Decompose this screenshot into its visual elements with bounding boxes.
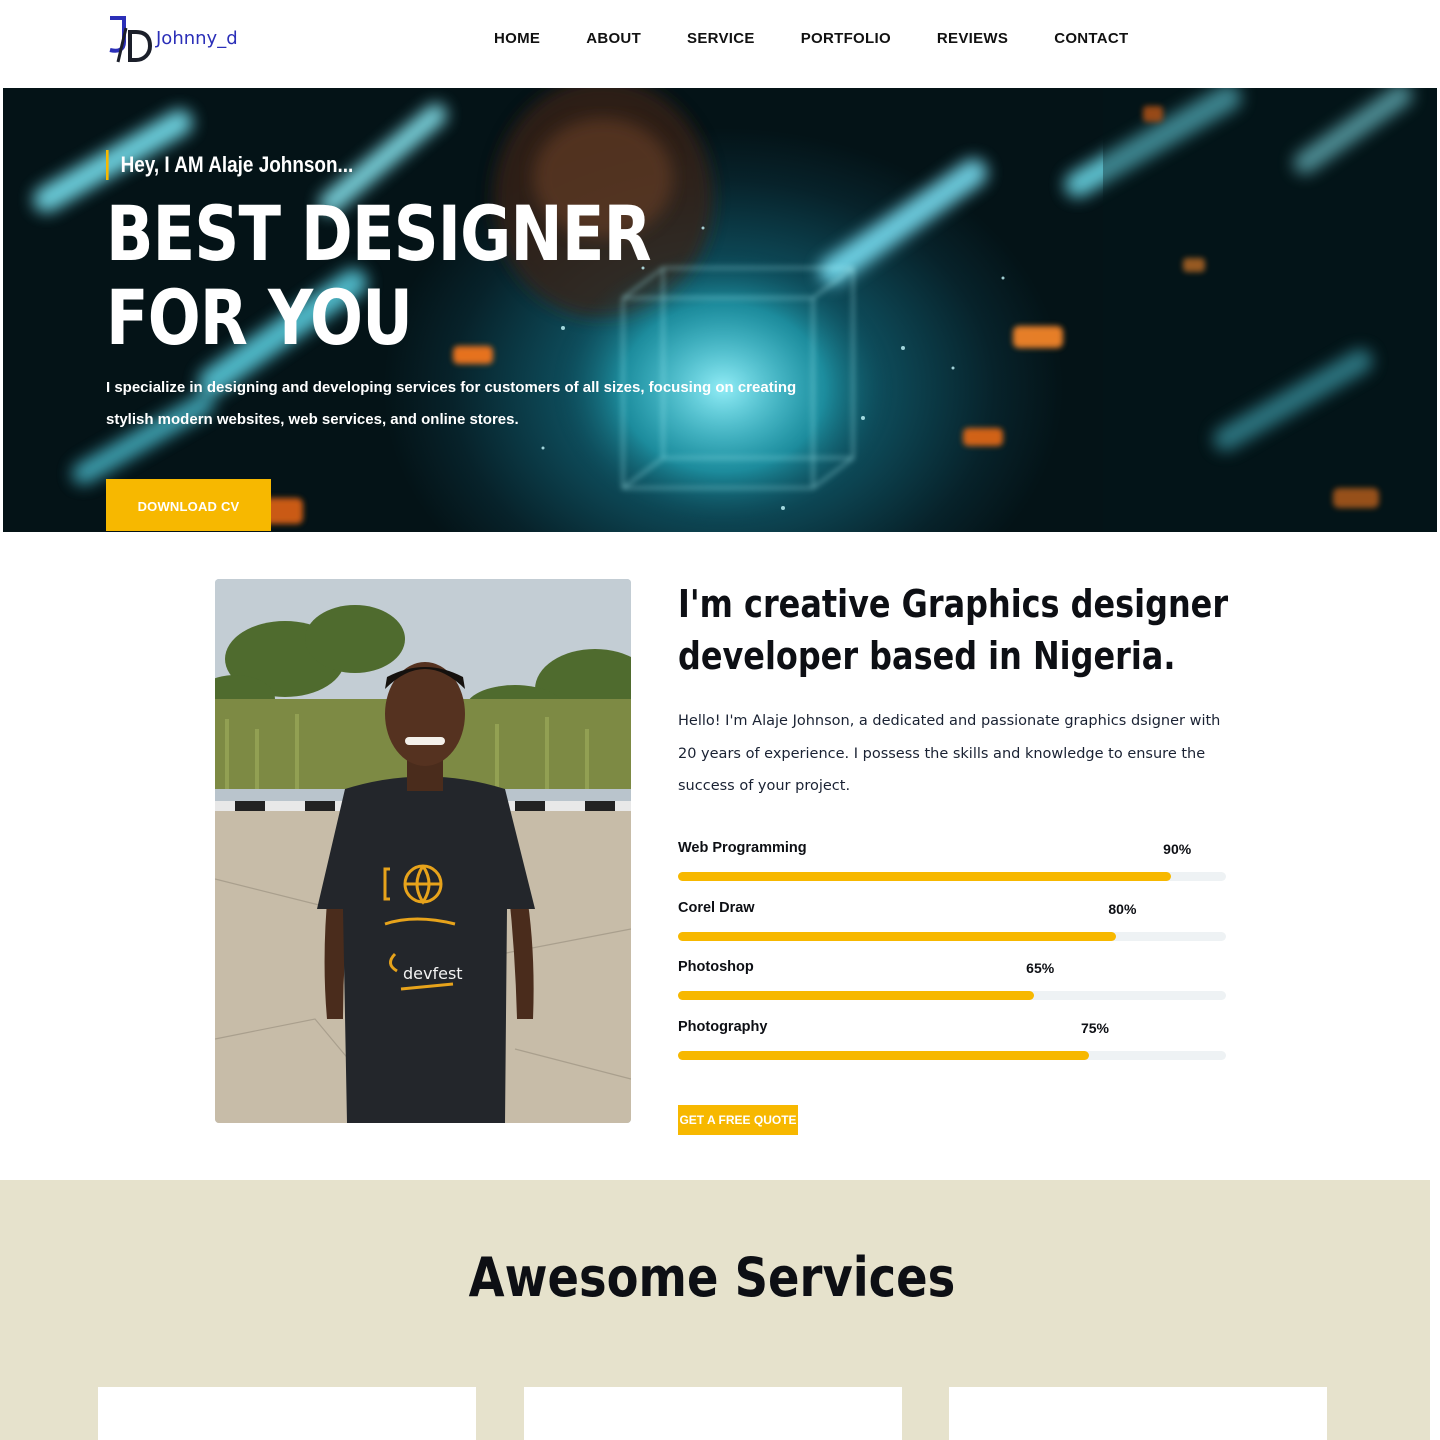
hero-title-line-2: FOR YOU: [106, 273, 413, 362]
nav-about[interactable]: ABOUT: [586, 30, 641, 47]
nav-service[interactable]: SERVICE: [687, 30, 755, 47]
skills-list: Web Programming 90% Corel Draw 80% Photo…: [678, 838, 1226, 1076]
service-card[interactable]: [98, 1387, 476, 1440]
hero-section: Hey, I AM Alaje Johnson... BEST DESIGNER…: [3, 88, 1437, 532]
navbar: Johnny_d HOME ABOUT SERVICE PORTFOLIO RE…: [0, 0, 1440, 88]
skill-progress-fill: [678, 931, 1117, 941]
skill-item: Photoshop 65%: [678, 957, 1226, 1017]
hero-title-line-1: BEST DESIGNER: [106, 189, 652, 278]
skill-progress-track: [678, 872, 1226, 881]
skill-progress-fill: [678, 872, 1172, 881]
get-free-quote-button[interactable]: GET A FREE QUOTE: [678, 1105, 798, 1135]
nav-home[interactable]: HOME: [494, 30, 540, 47]
about-heading-line-1: I'm creative Graphics designer: [678, 582, 1229, 626]
skill-item: Web Programming 90%: [678, 838, 1226, 898]
skill-item: Corel Draw 80%: [678, 898, 1226, 958]
skill-name: Corel Draw: [678, 899, 755, 916]
profile-photo: devfest: [215, 579, 631, 1123]
about-heading-line-2: developer based in Nigeria.: [678, 634, 1176, 678]
download-cv-button[interactable]: DOWNLOAD CV: [106, 479, 271, 531]
hero-title: BEST DESIGNER FOR YOU: [106, 189, 652, 362]
logo-text: Johnny_d: [156, 28, 238, 49]
skill-percent: 75%: [1080, 1019, 1110, 1036]
nav-portfolio[interactable]: PORTFOLIO: [801, 30, 891, 47]
jd-logo-mark-icon: [109, 16, 153, 63]
services-title: Awesome Services: [468, 1246, 956, 1309]
hero-tagline: Hey, I AM Alaje Johnson...: [106, 150, 353, 180]
hero-description: I specialize in designing and developing…: [106, 379, 797, 428]
about-text: Hello! I'm Alaje Johnson, a dedicated an…: [678, 713, 1221, 794]
about-heading: I'm creative Graphics designer developer…: [678, 578, 1229, 682]
service-card[interactable]: [949, 1387, 1327, 1440]
skill-percent: 90%: [1163, 841, 1192, 857]
skill-progress-track: [678, 991, 1226, 1001]
main-nav: HOME ABOUT SERVICE PORTFOLIO REVIEWS CON…: [494, 30, 1129, 47]
skill-progress-track: [678, 931, 1226, 941]
skill-percent: 80%: [1108, 900, 1137, 917]
services-section: Awesome Services: [0, 1180, 1430, 1440]
site-logo[interactable]: Johnny_d: [104, 14, 264, 64]
skill-percent: 65%: [1026, 960, 1055, 977]
service-card[interactable]: [524, 1387, 902, 1440]
skill-progress-fill: [678, 1050, 1089, 1060]
nav-contact[interactable]: CONTACT: [1054, 30, 1128, 47]
skill-item: Photography 75%: [678, 1017, 1226, 1077]
skill-progress-track: [678, 1050, 1226, 1060]
nav-reviews[interactable]: REVIEWS: [937, 30, 1008, 47]
skill-progress-fill: [678, 991, 1035, 1001]
skill-name: Photography: [678, 1018, 768, 1035]
skill-name: Photoshop: [678, 959, 754, 976]
skill-name: Web Programming: [678, 840, 807, 856]
shirt-text: devfest: [403, 964, 463, 983]
